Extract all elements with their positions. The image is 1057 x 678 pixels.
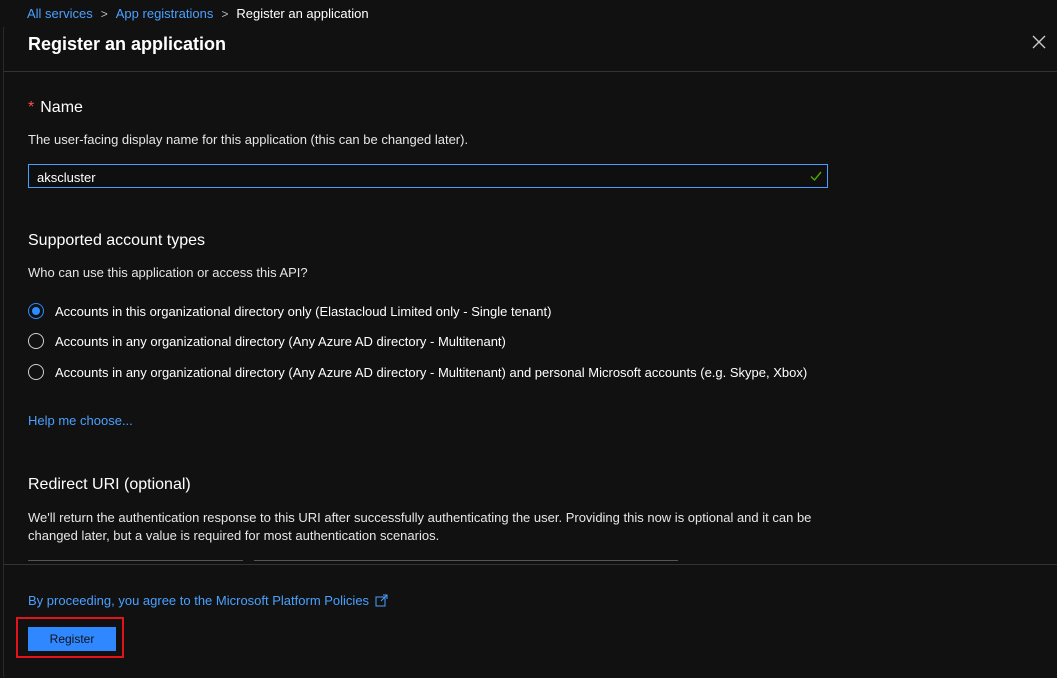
- breadcrumb: All services > App registrations > Regis…: [0, 0, 1057, 27]
- redirect-desc-line2: changed later, but a value is required f…: [28, 528, 440, 543]
- redirect-uri-input[interactable]: [254, 560, 678, 563]
- radio-button[interactable]: [28, 333, 44, 349]
- redirect-desc-line1: We'll return the authentication response…: [28, 510, 812, 525]
- panel-header: Register an application: [4, 27, 1057, 72]
- redirect-platform-select[interactable]: [28, 560, 243, 563]
- account-option-label: Accounts in this organizational director…: [55, 303, 552, 319]
- external-link-icon: [375, 594, 388, 607]
- account-option-multitenant-personal[interactable]: Accounts in any organizational directory…: [28, 364, 807, 380]
- page-title: Register an application: [28, 34, 227, 54]
- radio-button-selected[interactable]: [28, 303, 44, 319]
- name-title-text: Name: [40, 99, 83, 116]
- redirect-uri-description: We'll return the authentication response…: [28, 509, 811, 545]
- help-me-choose-link[interactable]: Help me choose...: [28, 413, 133, 428]
- account-types-question: Who can use this application or access t…: [28, 265, 308, 280]
- policy-link-text: By proceeding, you agree to the Microsof…: [28, 593, 370, 608]
- account-option-label: Accounts in any organizational directory…: [55, 333, 506, 349]
- required-marker: *: [28, 99, 35, 116]
- account-types-title: Supported account types: [28, 232, 206, 249]
- checkmark-icon: [810, 171, 822, 182]
- close-icon[interactable]: [1030, 33, 1048, 51]
- account-option-multitenant[interactable]: Accounts in any organizational directory…: [28, 333, 506, 349]
- radio-button[interactable]: [28, 364, 44, 380]
- register-app-panel: Register an application * Name The user-f…: [3, 27, 1057, 678]
- account-option-single-tenant[interactable]: Accounts in this organizational director…: [28, 303, 551, 319]
- name-section-title: * Name: [28, 99, 83, 117]
- name-description: The user-facing display name for this ap…: [28, 132, 469, 147]
- breadcrumb-all-services[interactable]: All services: [27, 6, 93, 21]
- breadcrumb-app-registrations[interactable]: App registrations: [116, 6, 214, 21]
- chevron-right-icon: >: [221, 6, 229, 21]
- redirect-uri-title: Redirect URI (optional): [28, 476, 191, 493]
- account-option-label: Accounts in any organizational directory…: [55, 364, 808, 380]
- chevron-right-icon: >: [100, 6, 108, 21]
- name-input[interactable]: [29, 165, 809, 189]
- breadcrumb-current: Register an application: [236, 6, 369, 21]
- register-button[interactable]: Register: [28, 627, 116, 651]
- platform-policies-link[interactable]: By proceeding, you agree to the Microsof…: [28, 593, 388, 608]
- panel-footer: By proceeding, you agree to the Microsof…: [4, 564, 1057, 678]
- name-field[interactable]: [28, 164, 828, 189]
